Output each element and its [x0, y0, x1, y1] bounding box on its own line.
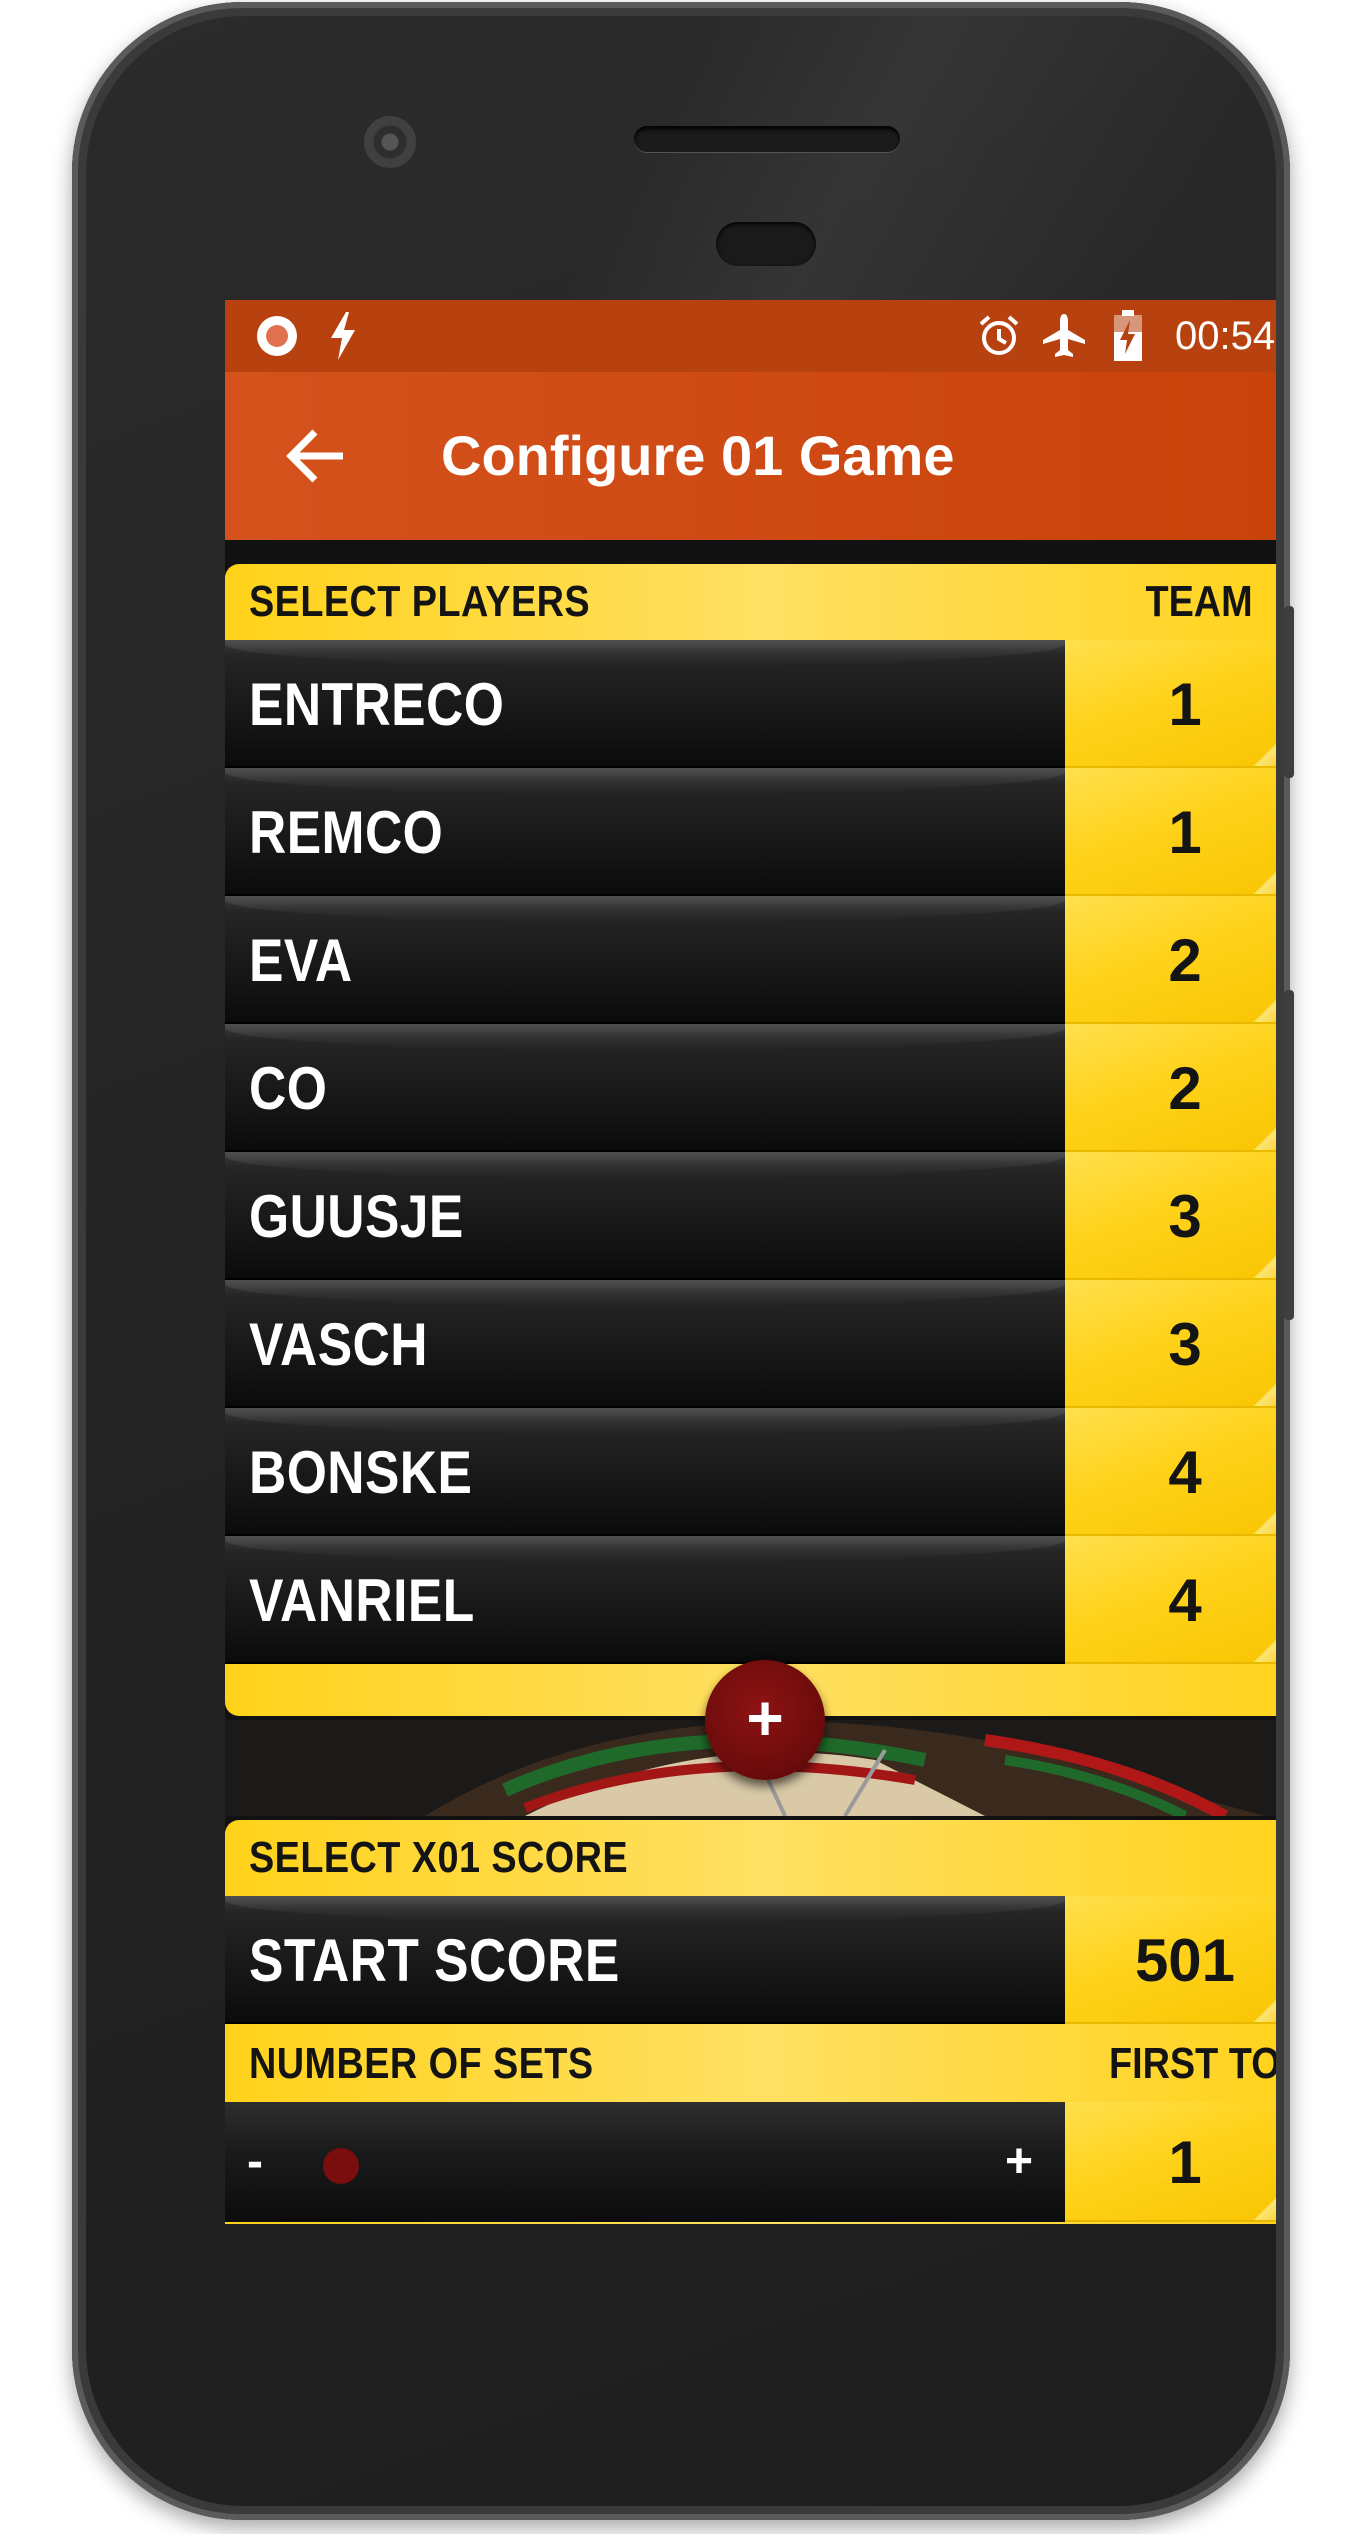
player-name: REMCO [249, 799, 444, 866]
player-name: BONSKE [249, 1439, 473, 1506]
player-row[interactable]: VASCH 3 [225, 1280, 1276, 1408]
player-row[interactable]: GUUSJE 3 [225, 1152, 1276, 1280]
player-name: VANRIEL [249, 1567, 475, 1634]
team-number: 3 [1168, 1311, 1202, 1378]
start-score-value: 501 [1134, 1927, 1236, 1994]
flash-icon [331, 312, 355, 360]
proximity-sensor [716, 222, 816, 266]
app-screen: 00:54 Configure 01 Game SELECT PLAYERS T… [225, 300, 1276, 2224]
add-player-button[interactable]: + [705, 1660, 825, 1780]
start-score-cell[interactable]: START SCORE [225, 1896, 1065, 2024]
team-selector[interactable]: 1 [1065, 768, 1276, 896]
player-name: GUUSJE [249, 1183, 464, 1250]
phone-face: 00:54 Configure 01 Game SELECT PLAYERS T… [86, 16, 1276, 2506]
team-selector[interactable]: 2 [1065, 896, 1276, 1024]
player-name-cell[interactable]: EVA [225, 896, 1065, 1024]
team-selector[interactable]: 2 [1065, 1024, 1276, 1152]
start-score-row[interactable]: START SCORE 501 [225, 1896, 1276, 2024]
status-bar: 00:54 [225, 300, 1276, 372]
player-name-cell[interactable]: CO [225, 1024, 1065, 1152]
player-name-cell[interactable]: ENTRECO [225, 640, 1065, 768]
start-score-selector[interactable]: 501 [1065, 1896, 1276, 2024]
team-number: 1 [1168, 799, 1202, 866]
team-number: 3 [1168, 1183, 1202, 1250]
sets-header-label: NUMBER OF SETS [249, 2039, 594, 2088]
player-name-cell[interactable]: VASCH [225, 1280, 1065, 1408]
team-selector[interactable]: 1 [1065, 640, 1276, 768]
team-number: 2 [1168, 1055, 1202, 1122]
team-selector[interactable]: 4 [1065, 1536, 1276, 1664]
page-title: Configure 01 Game [441, 424, 955, 487]
volume-button [1284, 990, 1294, 1320]
earpiece-speaker [634, 126, 900, 152]
power-button [1284, 606, 1294, 778]
first-to-label: FIRST TO [1109, 2039, 1276, 2088]
slider-minus-button[interactable]: - [247, 2132, 263, 2192]
sets-slider[interactable]: - + [225, 2102, 1065, 2222]
team-selector[interactable]: 4 [1065, 1408, 1276, 1536]
clock-time: 00:54 [1175, 314, 1276, 358]
phone-frame: 00:54 Configure 01 Game SELECT PLAYERS T… [72, 2, 1294, 2520]
players-header-label: SELECT PLAYERS [249, 577, 591, 626]
player-name: CO [249, 1055, 328, 1122]
front-camera [364, 116, 416, 168]
airplane-icon [1043, 314, 1085, 357]
player-row[interactable]: VANRIEL 4 [225, 1536, 1276, 1664]
player-name-cell[interactable]: REMCO [225, 768, 1065, 896]
player-name-cell[interactable]: VANRIEL [225, 1536, 1065, 1664]
start-score-label: START SCORE [249, 1927, 620, 1994]
player-name: VASCH [249, 1311, 428, 1378]
player-row[interactable]: EVA 2 [225, 896, 1276, 1024]
sets-header: NUMBER OF SETS FIRST TO [225, 2026, 1276, 2102]
player-row[interactable]: ENTRECO 1 [225, 640, 1276, 768]
sets-value-cell: 1 [1065, 2102, 1276, 2222]
app-toolbar: Configure 01 Game [225, 372, 1276, 540]
alarm-icon [979, 315, 1019, 355]
team-number: 4 [1168, 1439, 1202, 1506]
score-header: SELECT X01 SCORE [225, 1820, 1276, 1896]
record-icon [257, 316, 297, 356]
player-name: EVA [249, 927, 353, 994]
slider-plus-button[interactable]: + [1005, 2132, 1033, 2192]
players-header: SELECT PLAYERS TEAM [225, 564, 1276, 640]
player-row[interactable]: BONSKE 4 [225, 1408, 1276, 1536]
player-name-cell[interactable]: BONSKE [225, 1408, 1065, 1536]
slider-thumb[interactable] [323, 2148, 359, 2184]
team-header-label: TEAM [1145, 577, 1253, 626]
team-number: 2 [1168, 927, 1202, 994]
team-selector[interactable]: 3 [1065, 1152, 1276, 1280]
score-header-label: SELECT X01 SCORE [249, 1833, 629, 1882]
back-arrow-icon[interactable] [275, 416, 355, 496]
player-name-cell[interactable]: GUUSJE [225, 1152, 1065, 1280]
sets-value: 1 [1168, 2129, 1202, 2196]
team-number: 1 [1168, 671, 1202, 738]
player-row[interactable]: REMCO 1 [225, 768, 1276, 896]
sets-row: - + 1 [225, 2102, 1276, 2222]
team-selector[interactable]: 3 [1065, 1280, 1276, 1408]
player-row[interactable]: CO 2 [225, 1024, 1276, 1152]
player-name: ENTRECO [249, 671, 505, 738]
battery-charging-icon [1114, 310, 1142, 361]
team-number: 4 [1168, 1567, 1202, 1634]
